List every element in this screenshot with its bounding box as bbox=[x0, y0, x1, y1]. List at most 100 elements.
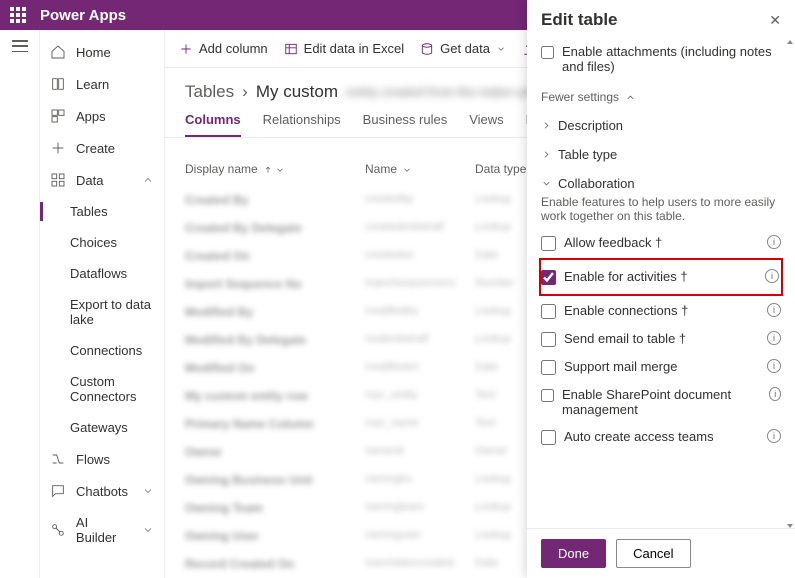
opt-mail-merge[interactable]: Support mail merge i bbox=[541, 353, 781, 381]
hamburger-icon[interactable] bbox=[12, 40, 28, 52]
opt-enable-connections[interactable]: Enable connections † i bbox=[541, 297, 781, 325]
info-icon[interactable]: i bbox=[767, 235, 781, 249]
breadcrumb-root[interactable]: Tables bbox=[185, 82, 234, 102]
opt-access-teams[interactable]: Auto create access teams i bbox=[541, 423, 781, 451]
fewer-settings-toggle[interactable]: Fewer settings bbox=[541, 80, 781, 108]
nav-tables[interactable]: Tables bbox=[40, 196, 164, 227]
nav-connections[interactable]: Connections bbox=[40, 335, 164, 366]
info-icon[interactable]: i bbox=[769, 387, 781, 401]
opt-enable-attachments[interactable]: Enable attachments (including notes and … bbox=[541, 38, 781, 80]
checkbox[interactable] bbox=[541, 45, 554, 60]
nav-label: Dataflows bbox=[70, 266, 127, 281]
tab-views[interactable]: Views bbox=[469, 112, 503, 137]
checkbox[interactable] bbox=[541, 360, 556, 375]
database-icon bbox=[420, 42, 434, 56]
section-description[interactable]: Description bbox=[541, 108, 781, 137]
panel-title: Edit table bbox=[541, 10, 618, 30]
option-label: Enable for activities † bbox=[564, 269, 688, 284]
option-label: Allow feedback † bbox=[564, 235, 662, 250]
nav-choices[interactable]: Choices bbox=[40, 227, 164, 258]
option-label: Enable attachments (including notes and … bbox=[562, 44, 781, 74]
sidebar: Home Learn Apps Create Data Tables Choic… bbox=[40, 30, 165, 578]
panel-footer: Done Cancel bbox=[527, 528, 795, 578]
nav-create[interactable]: Create bbox=[40, 132, 164, 164]
nav-chatbots[interactable]: Chatbots bbox=[40, 475, 164, 507]
opt-send-email[interactable]: Send email to table † i bbox=[541, 325, 781, 353]
nav-export[interactable]: Export to data lake bbox=[40, 289, 164, 335]
nav-label: Learn bbox=[76, 77, 109, 92]
cmd-label: Add column bbox=[199, 41, 268, 56]
flow-icon bbox=[50, 451, 66, 467]
option-label: Enable connections † bbox=[564, 303, 688, 318]
nav-learn[interactable]: Learn bbox=[40, 68, 164, 100]
nav-apps[interactable]: Apps bbox=[40, 100, 164, 132]
panel-body: Enable attachments (including notes and … bbox=[527, 34, 795, 528]
info-icon[interactable]: i bbox=[765, 269, 779, 283]
done-button[interactable]: Done bbox=[541, 539, 606, 568]
scrollbar[interactable] bbox=[787, 40, 793, 528]
nav-label: Custom Connectors bbox=[70, 374, 154, 404]
nav-dataflows[interactable]: Dataflows bbox=[40, 258, 164, 289]
grid-icon bbox=[50, 172, 66, 188]
nav-label: Chatbots bbox=[76, 484, 128, 499]
info-icon[interactable]: i bbox=[767, 429, 781, 443]
cmd-label: Get data bbox=[440, 41, 490, 56]
cmd-get-data[interactable]: Get data bbox=[420, 41, 506, 56]
chevron-up-icon bbox=[142, 174, 154, 186]
chevron-right-icon bbox=[541, 120, 552, 131]
nav-ai[interactable]: AI Builder bbox=[40, 507, 164, 553]
chevron-down-icon bbox=[142, 485, 154, 497]
nav-customconn[interactable]: Custom Connectors bbox=[40, 366, 164, 412]
section-collaboration[interactable]: Collaboration bbox=[541, 166, 781, 195]
chevron-down-icon bbox=[496, 42, 506, 56]
section-label: Fewer settings bbox=[541, 90, 619, 104]
info-icon[interactable]: i bbox=[767, 359, 781, 373]
ai-icon bbox=[50, 522, 66, 538]
nav-label: AI Builder bbox=[76, 515, 132, 545]
nav-home[interactable]: Home bbox=[40, 36, 164, 68]
breadcrumb-current: My custom bbox=[256, 82, 338, 102]
checkbox[interactable] bbox=[541, 270, 556, 285]
info-icon[interactable]: i bbox=[767, 331, 781, 345]
chevron-right-icon bbox=[541, 149, 552, 160]
col-name[interactable]: Name bbox=[365, 162, 465, 176]
cancel-button[interactable]: Cancel bbox=[616, 539, 690, 568]
section-label: Table type bbox=[558, 147, 617, 162]
checkbox[interactable] bbox=[541, 304, 556, 319]
tab-columns[interactable]: Columns bbox=[185, 112, 241, 137]
chevron-down-icon bbox=[142, 524, 154, 536]
opt-sharepoint[interactable]: Enable SharePoint document management i bbox=[541, 381, 781, 423]
chat-icon bbox=[50, 483, 66, 499]
opt-allow-feedback[interactable]: Allow feedback † i bbox=[541, 229, 781, 257]
checkbox[interactable] bbox=[541, 236, 556, 251]
collapse-column bbox=[0, 30, 40, 578]
section-table-type[interactable]: Table type bbox=[541, 137, 781, 166]
checkbox[interactable] bbox=[541, 430, 556, 445]
tab-relationships[interactable]: Relationships bbox=[263, 112, 341, 137]
nav-label: Data bbox=[76, 173, 103, 188]
section-label: Collaboration bbox=[558, 176, 635, 191]
opt-enable-activities[interactable]: Enable for activities † i bbox=[541, 263, 779, 291]
close-icon[interactable]: ✕ bbox=[769, 12, 781, 29]
cmd-add-column[interactable]: Add column bbox=[179, 41, 268, 56]
nav-flows[interactable]: Flows bbox=[40, 443, 164, 475]
nav-data[interactable]: Data bbox=[40, 164, 164, 196]
info-icon[interactable]: i bbox=[767, 303, 781, 317]
book-icon bbox=[50, 76, 66, 92]
chevron-down-icon bbox=[541, 178, 552, 189]
highlight-box: Enable for activities † i bbox=[539, 258, 783, 296]
checkbox[interactable] bbox=[541, 332, 556, 347]
option-label: Auto create access teams bbox=[564, 429, 714, 444]
cmd-edit-excel[interactable]: Edit data in Excel bbox=[284, 41, 404, 56]
chevron-up-icon bbox=[625, 92, 636, 103]
checkbox[interactable] bbox=[541, 388, 554, 403]
sort-asc-icon bbox=[263, 165, 273, 175]
col-display-name[interactable]: Display name bbox=[185, 162, 355, 176]
nav-label: Apps bbox=[76, 109, 106, 124]
nav-gateways[interactable]: Gateways bbox=[40, 412, 164, 443]
option-label: Support mail merge bbox=[564, 359, 677, 374]
tab-business-rules[interactable]: Business rules bbox=[363, 112, 448, 137]
apps-icon bbox=[50, 108, 66, 124]
app-launcher-icon[interactable] bbox=[10, 7, 26, 23]
nav-label: Create bbox=[76, 141, 115, 156]
